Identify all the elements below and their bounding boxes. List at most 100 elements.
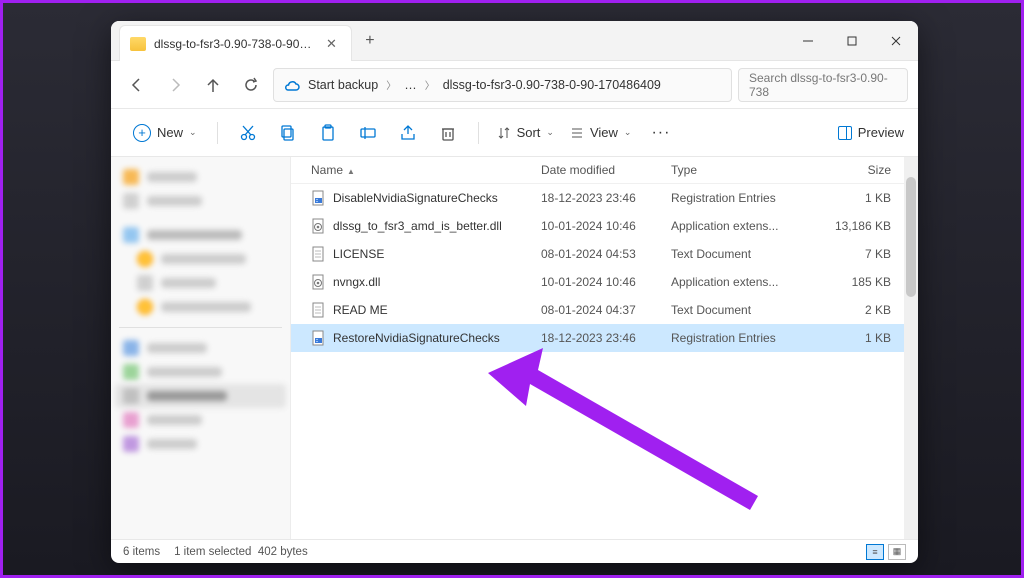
chevron-right-icon: 〉 bbox=[425, 77, 435, 92]
file-row[interactable]: nvngx.dll 10-01-2024 10:46Application ext… bbox=[291, 268, 904, 296]
plus-icon: + bbox=[133, 124, 151, 142]
chevron-down-icon: ⌄ bbox=[624, 127, 632, 138]
navigation-bar: Start backup 〉 … 〉 dlssg-to-fsr3-0.90-73… bbox=[111, 61, 918, 109]
file-row[interactable]: RestoreNvidiaSignatureChecks 18-12-2023 2… bbox=[291, 324, 904, 352]
file-name: dlssg_to_fsr3_amd_is_better.dll bbox=[333, 219, 502, 233]
file-icon bbox=[311, 218, 327, 234]
forward-button[interactable] bbox=[159, 69, 191, 101]
preview-button[interactable]: Preview bbox=[838, 125, 904, 140]
file-icon bbox=[311, 246, 327, 262]
file-icon bbox=[311, 330, 327, 346]
file-name: READ ME bbox=[333, 303, 388, 317]
up-button[interactable] bbox=[197, 69, 229, 101]
sidebar-item[interactable] bbox=[115, 384, 286, 408]
new-button[interactable]: + New ⌄ bbox=[125, 120, 205, 146]
file-size: 185 KB bbox=[811, 275, 891, 289]
file-row[interactable]: DisableNvidiaSignatureChecks 18-12-2023 2… bbox=[291, 184, 904, 212]
breadcrumb-folder[interactable]: dlssg-to-fsr3-0.90-738-0-90-170486409 bbox=[443, 78, 661, 92]
file-type: Registration Entries bbox=[671, 331, 811, 345]
sidebar-item[interactable] bbox=[115, 223, 286, 247]
address-bar[interactable]: Start backup 〉 … 〉 dlssg-to-fsr3-0.90-73… bbox=[273, 68, 732, 102]
file-date: 18-12-2023 23:46 bbox=[541, 191, 671, 205]
file-row[interactable]: dlssg_to_fsr3_amd_is_better.dll 10-01-202… bbox=[291, 212, 904, 240]
file-row[interactable]: READ ME 08-01-2024 04:37Text Document2 KB bbox=[291, 296, 904, 324]
status-selection: 1 item selected 402 bytes bbox=[174, 546, 308, 558]
maximize-button[interactable] bbox=[830, 21, 874, 60]
refresh-button[interactable] bbox=[235, 69, 267, 101]
file-date: 18-12-2023 23:46 bbox=[541, 331, 671, 345]
paste-button[interactable] bbox=[310, 115, 346, 151]
sidebar-item[interactable] bbox=[115, 408, 286, 432]
column-name[interactable]: Name▲ bbox=[311, 163, 541, 177]
breadcrumb-backup[interactable]: Start backup bbox=[308, 78, 378, 92]
file-date: 10-01-2024 10:46 bbox=[541, 219, 671, 233]
file-name: RestoreNvidiaSignatureChecks bbox=[333, 331, 500, 345]
file-name: DisableNvidiaSignatureChecks bbox=[333, 191, 498, 205]
file-size: 7 KB bbox=[811, 247, 891, 261]
sort-button[interactable]: Sort ⌄ bbox=[491, 125, 560, 140]
column-type[interactable]: Type bbox=[671, 163, 811, 177]
column-headers: Name▲ Date modified Type Size bbox=[291, 157, 904, 184]
file-name: LICENSE bbox=[333, 247, 384, 261]
details-view-toggle[interactable]: ≡ bbox=[866, 544, 884, 560]
breadcrumb-ellipsis[interactable]: … bbox=[404, 78, 417, 92]
cut-button[interactable] bbox=[230, 115, 266, 151]
tab-close-button[interactable]: ✕ bbox=[322, 36, 341, 52]
navigation-sidebar bbox=[111, 157, 291, 539]
file-row[interactable]: LICENSE 08-01-2024 04:53Text Document7 KB bbox=[291, 240, 904, 268]
file-date: 10-01-2024 10:46 bbox=[541, 275, 671, 289]
tab-title: dlssg-to-fsr3-0.90-738-0-90-17 bbox=[154, 37, 314, 51]
column-date[interactable]: Date modified bbox=[541, 163, 671, 177]
file-icon bbox=[311, 274, 327, 290]
file-icon bbox=[311, 190, 327, 206]
back-button[interactable] bbox=[121, 69, 153, 101]
sidebar-item[interactable] bbox=[115, 271, 286, 295]
sidebar-item[interactable] bbox=[115, 432, 286, 456]
more-button[interactable]: ··· bbox=[641, 124, 680, 142]
minimize-button[interactable] bbox=[786, 21, 830, 60]
file-type: Text Document bbox=[671, 303, 811, 317]
file-date: 08-01-2024 04:53 bbox=[541, 247, 671, 261]
sidebar-item[interactable] bbox=[115, 360, 286, 384]
cloud-icon bbox=[284, 79, 300, 91]
titlebar: dlssg-to-fsr3-0.90-738-0-90-17 ✕ + bbox=[111, 21, 918, 61]
window-tab[interactable]: dlssg-to-fsr3-0.90-738-0-90-17 ✕ bbox=[119, 25, 352, 61]
status-item-count: 6 items bbox=[123, 546, 160, 558]
sidebar-item[interactable] bbox=[115, 336, 286, 360]
file-type: Registration Entries bbox=[671, 191, 811, 205]
search-input[interactable]: Search dlssg-to-fsr3-0.90-738 bbox=[738, 68, 908, 102]
file-size: 1 KB bbox=[811, 191, 891, 205]
toolbar: + New ⌄ Sort ⌄ View ⌄ ··· bbox=[111, 109, 918, 157]
rename-button[interactable] bbox=[350, 115, 386, 151]
file-explorer-window: dlssg-to-fsr3-0.90-738-0-90-17 ✕ + Start… bbox=[111, 21, 918, 563]
status-bar: 6 items 1 item selected 402 bytes ≡ ▦ bbox=[111, 539, 918, 563]
sidebar-item[interactable] bbox=[115, 295, 286, 319]
folder-icon bbox=[130, 37, 146, 51]
preview-pane-icon bbox=[838, 126, 852, 140]
icons-view-toggle[interactable]: ▦ bbox=[888, 544, 906, 560]
share-button[interactable] bbox=[390, 115, 426, 151]
new-tab-button[interactable]: + bbox=[352, 21, 388, 60]
file-size: 2 KB bbox=[811, 303, 891, 317]
delete-button[interactable] bbox=[430, 115, 466, 151]
file-date: 08-01-2024 04:37 bbox=[541, 303, 671, 317]
file-icon bbox=[311, 302, 327, 318]
scrollbar[interactable] bbox=[904, 157, 918, 539]
file-type: Text Document bbox=[671, 247, 811, 261]
column-size[interactable]: Size bbox=[811, 163, 891, 177]
chevron-down-icon: ⌄ bbox=[189, 127, 197, 138]
view-button[interactable]: View ⌄ bbox=[564, 125, 638, 140]
file-name: nvngx.dll bbox=[333, 275, 380, 289]
file-size: 1 KB bbox=[811, 331, 891, 345]
file-type: Application extens... bbox=[671, 275, 811, 289]
file-list-pane: Name▲ Date modified Type Size DisableNvi… bbox=[291, 157, 918, 539]
sidebar-item[interactable] bbox=[115, 165, 286, 189]
file-type: Application extens... bbox=[671, 219, 811, 233]
sidebar-item[interactable] bbox=[115, 247, 286, 271]
file-size: 13,186 KB bbox=[811, 219, 891, 233]
close-window-button[interactable] bbox=[874, 21, 918, 60]
copy-button[interactable] bbox=[270, 115, 306, 151]
sidebar-item[interactable] bbox=[115, 189, 286, 213]
chevron-right-icon: 〉 bbox=[386, 77, 396, 92]
chevron-down-icon: ⌄ bbox=[546, 127, 554, 138]
